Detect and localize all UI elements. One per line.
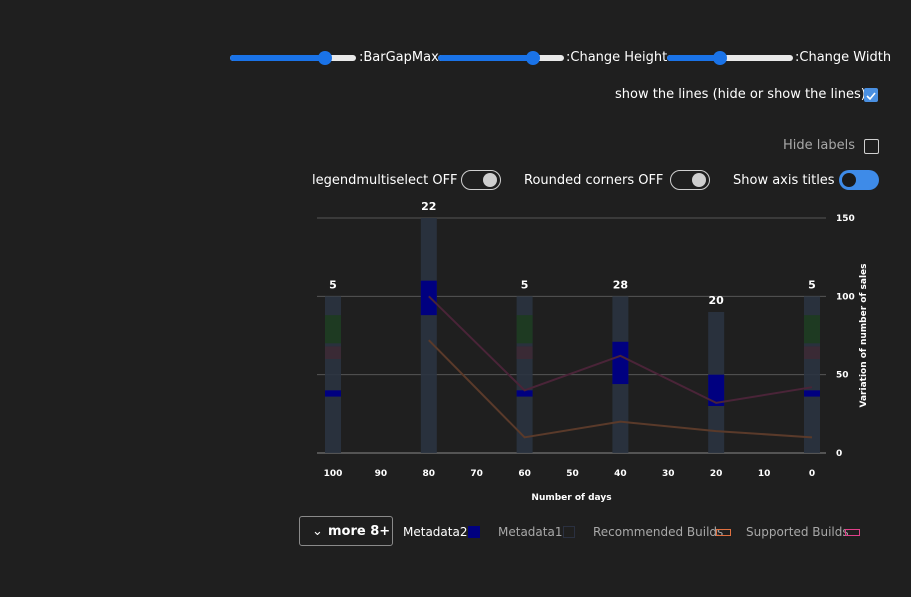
legend-swatch-supported-builds	[845, 529, 860, 536]
y-tick-label: 100	[836, 292, 855, 302]
y-tick-label: 0	[836, 449, 842, 459]
bar-segment	[804, 346, 820, 359]
bar-metadata1	[420, 218, 437, 453]
x-tick-label: 100	[324, 469, 343, 479]
x-tick-label: 50	[566, 469, 579, 479]
bar-data-label: 5	[521, 278, 529, 291]
y-tick-label: 150	[836, 214, 855, 224]
bar-data-label: 5	[808, 278, 816, 291]
legend-item-metadata1[interactable]: Metadata1	[498, 525, 562, 539]
bar-metadata2	[612, 341, 629, 385]
x-tick-label: 40	[614, 469, 627, 479]
x-tick-label: 10	[758, 469, 771, 479]
x-tick-label: 20	[710, 469, 723, 479]
legend-swatch-recommended-builds	[716, 529, 731, 536]
bar-metadata2	[804, 390, 820, 397]
x-tick-label: 80	[423, 469, 436, 479]
x-tick-label: 0	[809, 469, 815, 479]
x-tick-label: 70	[470, 469, 483, 479]
legend-label: Supported Builds	[746, 525, 849, 539]
x-tick-label: 60	[518, 469, 531, 479]
more-legend-label: more 8+	[328, 524, 391, 539]
bar-metadata2	[420, 280, 437, 316]
chart: 050100150100 90 80 70 60 50 40 30 20 10 0Number of…	[317, 200, 869, 503]
legend-label: Metadata1	[498, 525, 563, 539]
legend-item-recommended-builds[interactable]: Recommended Builds	[593, 525, 723, 539]
bar-data-label: 5	[329, 278, 337, 291]
bar-segment	[516, 315, 533, 344]
y-tick-label: 50	[836, 371, 849, 381]
x-tick-label: 90	[375, 469, 388, 479]
bar-data-label: 22	[421, 200, 436, 213]
legend-swatch-metadata2	[468, 526, 480, 538]
more-legend-button[interactable]: ⌄ more 8+	[299, 516, 393, 546]
bar-data-label: 20	[709, 294, 725, 307]
legend-label: Metadata2	[403, 525, 468, 539]
bar-segment	[804, 315, 820, 344]
chevron-down-icon: ⌄	[312, 524, 323, 539]
legend-swatch-metadata1	[563, 526, 575, 538]
bar-data-label: 28	[613, 278, 628, 291]
y-axis-title: Variation of number of sales	[859, 263, 869, 407]
legend-item-metadata2[interactable]: Metadata2	[403, 525, 467, 539]
x-axis-title: Number of days	[531, 493, 611, 503]
bar-metadata2	[325, 390, 341, 397]
legend-item-supported-builds[interactable]: Supported Builds	[746, 525, 849, 539]
bar-segment	[516, 346, 533, 359]
legend-label: Recommended Builds	[593, 525, 724, 539]
x-tick-label: 30	[662, 469, 675, 479]
bar-segment	[325, 315, 341, 344]
bar-segment	[325, 346, 341, 359]
